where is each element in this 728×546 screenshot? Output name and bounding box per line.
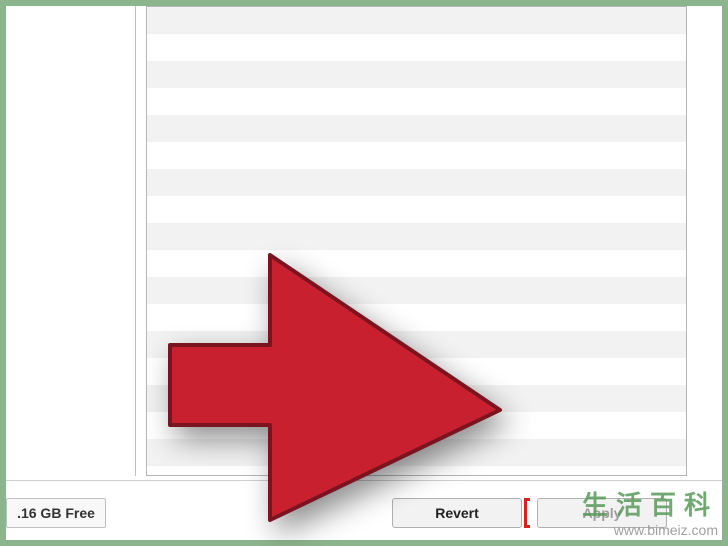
apply-highlight-bracket	[524, 498, 532, 528]
revert-button-label: Revert	[435, 505, 479, 521]
list-row[interactable]	[147, 196, 686, 223]
list-row[interactable]	[147, 412, 686, 439]
list-row[interactable]	[147, 358, 686, 385]
list-panel	[146, 6, 687, 476]
revert-button[interactable]: Revert	[392, 498, 522, 528]
list-row[interactable]	[147, 385, 686, 412]
storage-label: .16 GB Free	[17, 505, 95, 521]
sidebar-panel	[6, 6, 136, 476]
list-row[interactable]	[147, 277, 686, 304]
list-row[interactable]	[147, 142, 686, 169]
list-row[interactable]	[147, 439, 686, 466]
list-row[interactable]	[147, 250, 686, 277]
list-row[interactable]	[147, 88, 686, 115]
list-row[interactable]	[147, 223, 686, 250]
list-row[interactable]	[147, 61, 686, 88]
list-row[interactable]	[147, 115, 686, 142]
bottom-toolbar: .16 GB Free Revert Apply	[6, 480, 722, 540]
list-row[interactable]	[147, 331, 686, 358]
app-window: .16 GB Free Revert Apply	[6, 6, 722, 540]
list-row[interactable]	[147, 304, 686, 331]
apply-button-label: Apply	[583, 505, 622, 521]
storage-indicator: .16 GB Free	[6, 498, 106, 528]
list-row[interactable]	[147, 34, 686, 61]
apply-button[interactable]: Apply	[537, 498, 667, 528]
list-row[interactable]	[147, 169, 686, 196]
list-row[interactable]	[147, 7, 686, 34]
